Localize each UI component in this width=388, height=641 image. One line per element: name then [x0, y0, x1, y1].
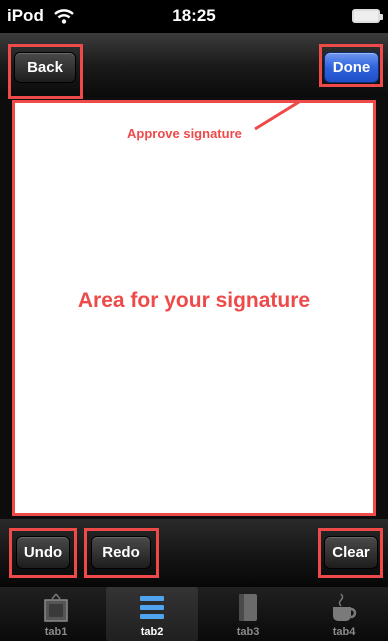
signature-canvas[interactable]: Approve signature Area for your signatur…: [12, 100, 376, 516]
tv-icon: [42, 593, 70, 623]
battery-icon: [352, 9, 383, 23]
tab-2-label: tab2: [140, 626, 164, 638]
tab-3[interactable]: tab3: [202, 587, 294, 641]
coffee-icon: [330, 593, 358, 623]
toolbar: Undo Redo Clear: [0, 519, 388, 587]
tab-4-label: tab4: [332, 626, 356, 638]
done-button-label: Done: [332, 59, 371, 76]
list-icon: [138, 593, 166, 623]
redo-button-label: Redo: [102, 544, 140, 561]
undo-button-label: Undo: [23, 544, 63, 561]
tab-3-label: tab3: [236, 626, 260, 638]
tab-1-label: tab1: [44, 626, 68, 638]
back-button[interactable]: Back: [14, 52, 76, 83]
signature-area-caption: Area for your signature: [77, 289, 311, 312]
annotation-arrow-icon: [254, 103, 301, 131]
done-button[interactable]: Done: [324, 52, 379, 83]
back-button-label: Back: [27, 59, 63, 76]
tab-4[interactable]: tab4: [298, 587, 388, 641]
clear-button[interactable]: Clear: [324, 536, 378, 569]
clear-button-label: Clear: [332, 544, 370, 561]
clock: 18:25: [172, 6, 216, 25]
nav-bar: Back Done: [0, 33, 388, 99]
status-bar: iPod 18:25: [0, 0, 388, 33]
undo-button[interactable]: Undo: [16, 536, 70, 569]
tab-bar: tab1 tab2 tab3 tab4: [0, 587, 388, 641]
book-icon: [234, 593, 262, 623]
tab-1[interactable]: tab1: [10, 587, 102, 641]
tab-2[interactable]: tab2: [106, 587, 198, 641]
redo-button[interactable]: Redo: [91, 536, 151, 569]
